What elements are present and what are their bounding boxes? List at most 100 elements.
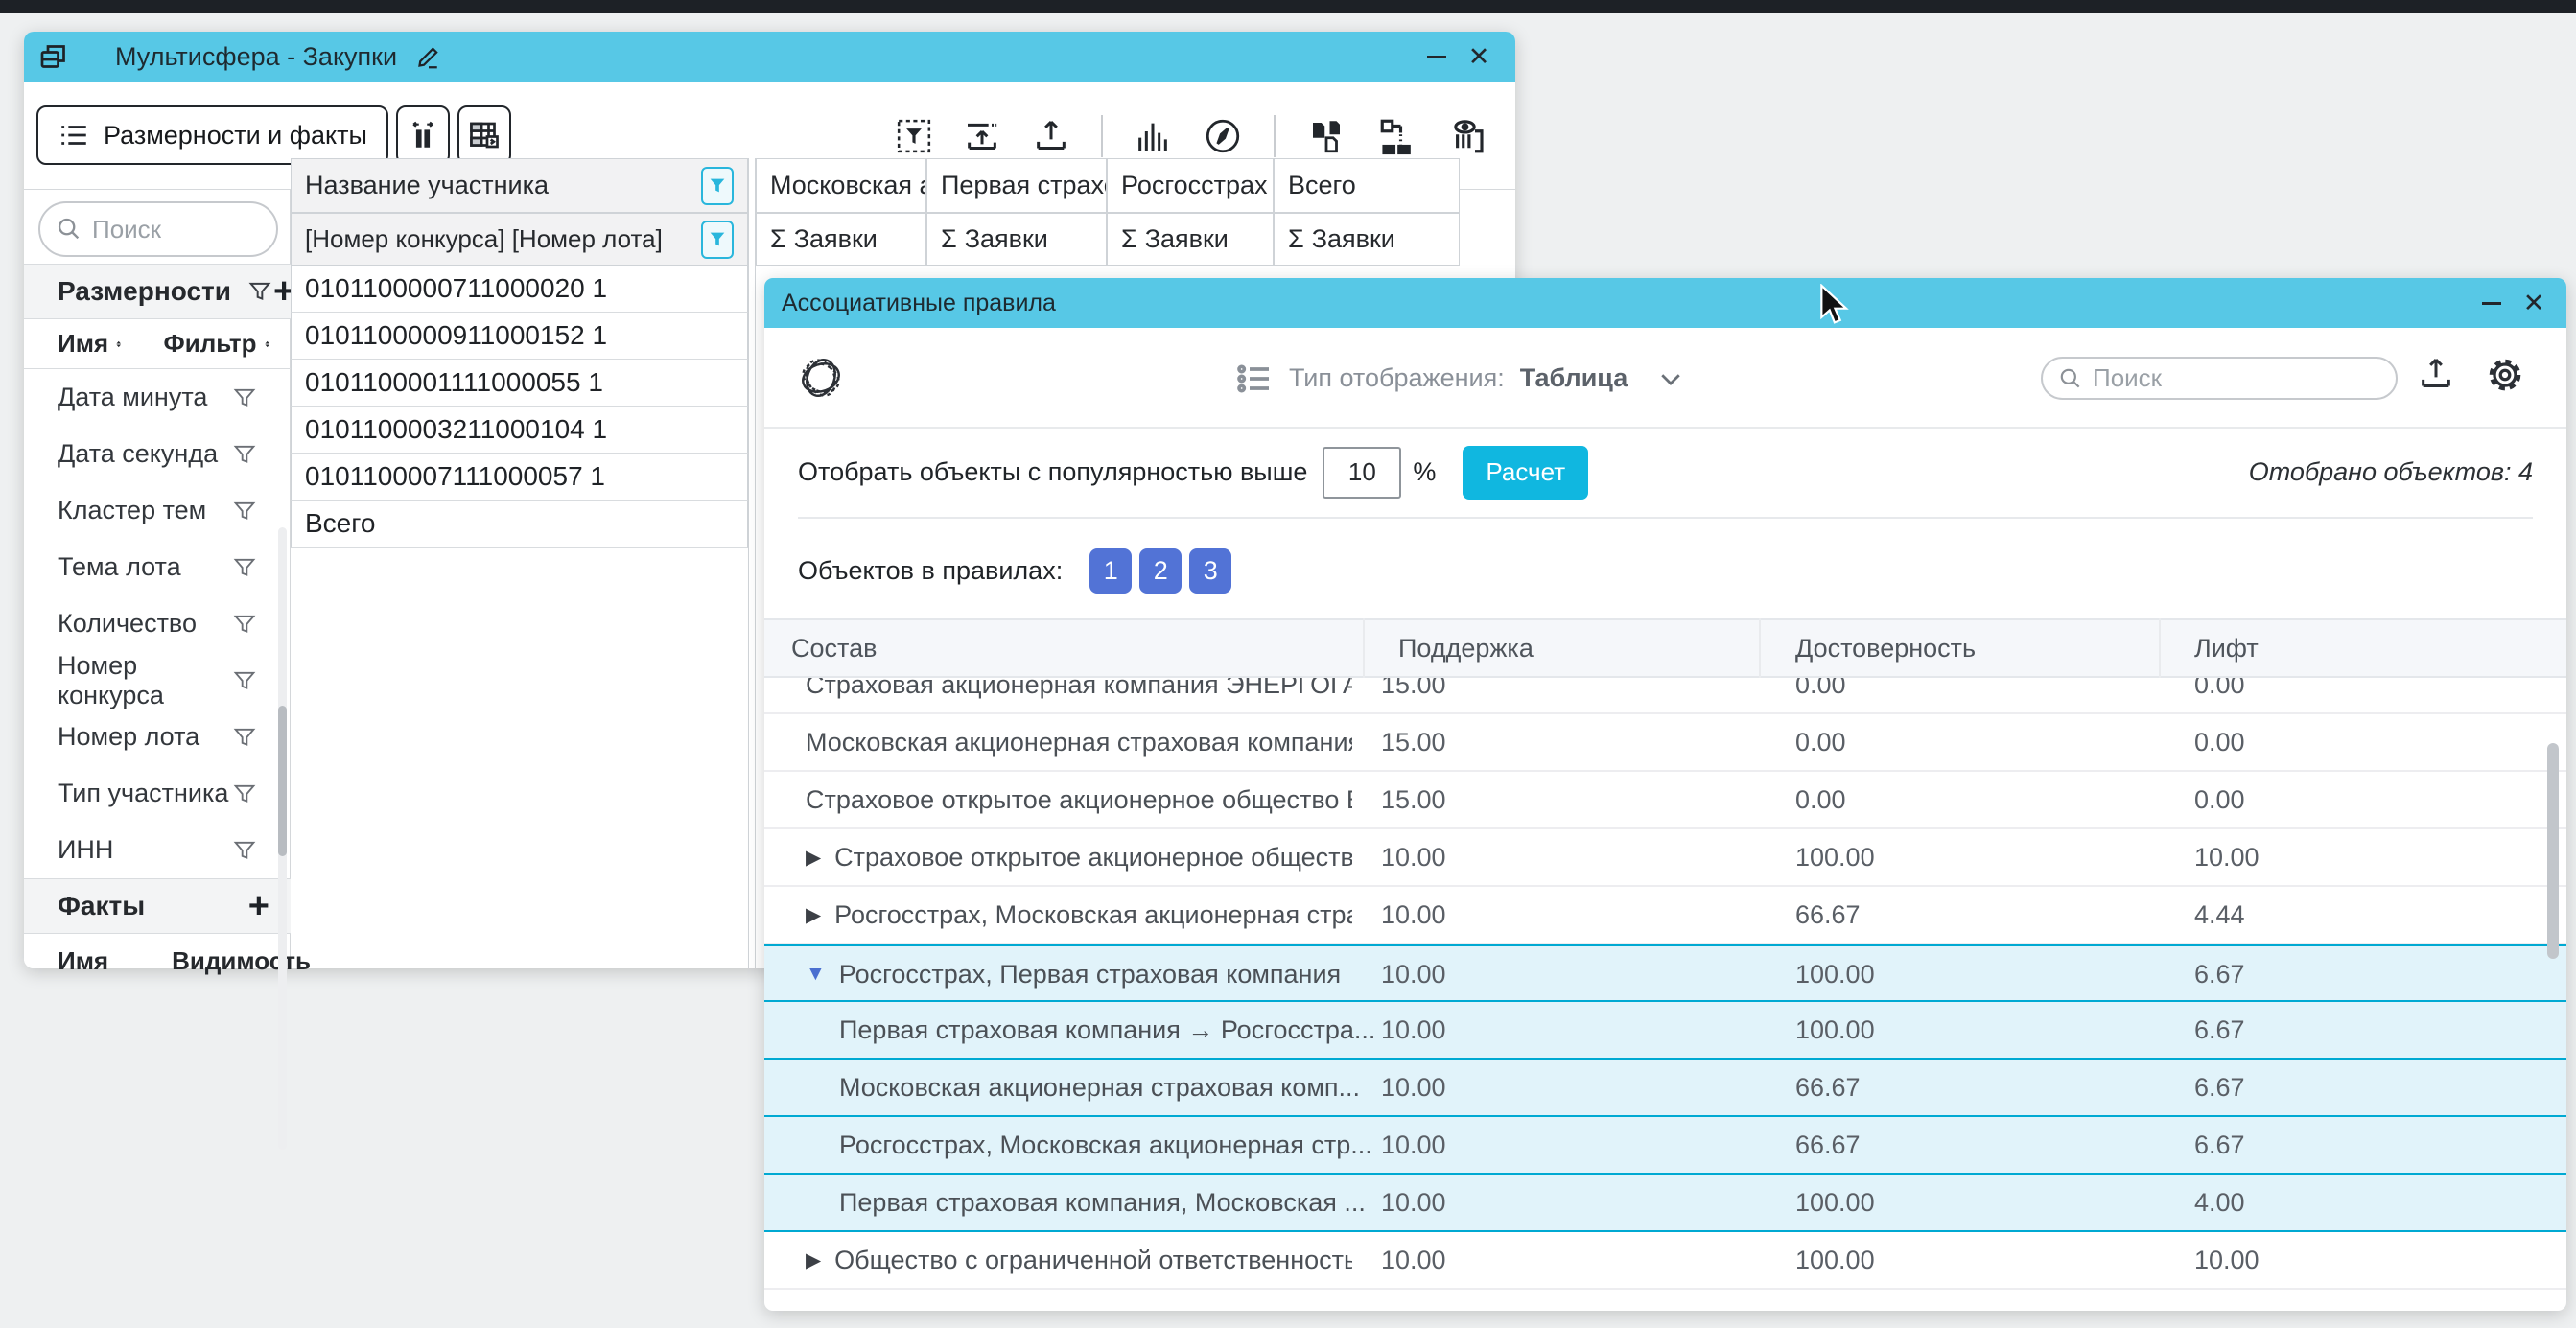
- rules-row[interactable]: Первая страховая компания → Росгосстра..…: [764, 1002, 2566, 1060]
- dialog-export-icon[interactable]: [2417, 353, 2455, 395]
- rules-row[interactable]: Страховая акционерная компания ЭНЕРГОГАР…: [764, 678, 2566, 714]
- col-header-lift[interactable]: Лифт: [2194, 620, 2259, 676]
- pivot-column-header[interactable]: Первая страхо: [926, 158, 1107, 213]
- pivot-row[interactable]: 0101100001111000055 1: [291, 360, 748, 407]
- table-layout-button[interactable]: [457, 105, 511, 165]
- triangle-collapsed-icon[interactable]: ▶: [806, 903, 821, 927]
- pivot-column-header[interactable]: Московская ак: [756, 158, 926, 213]
- filter-area-icon[interactable]: [896, 118, 932, 154]
- rule-size-chip[interactable]: 2: [1139, 548, 1182, 594]
- fit-columns-button[interactable]: [396, 105, 450, 165]
- main-close-button[interactable]: ✕: [1458, 37, 1500, 76]
- pivot-measure-header[interactable]: ΣЗаявки: [756, 213, 926, 266]
- col-header-sostav[interactable]: Состав: [791, 620, 877, 676]
- name-column-label[interactable]: Имя: [58, 329, 108, 359]
- rules-row[interactable]: ▶Росгосстрах, Московская акционерная стр…: [764, 887, 2566, 944]
- active-filter-icon[interactable]: [701, 167, 734, 205]
- pivot-vertical-scrollbar[interactable]: [748, 158, 756, 968]
- sidebar-search-input[interactable]: Поиск: [38, 201, 278, 257]
- dialog-search-input[interactable]: Поиск: [2041, 357, 2398, 400]
- triangle-collapsed-icon[interactable]: ▶: [806, 1248, 821, 1272]
- rules-row[interactable]: Росгосстрах, Московская акционерная стр.…: [764, 1117, 2566, 1175]
- rules-row[interactable]: Московская акционерная страховая компани…: [764, 714, 2566, 772]
- sidebar-item-dimension[interactable]: Кластер тем: [24, 482, 279, 539]
- dimension-filter-icon[interactable]: [231, 384, 258, 411]
- dimension-filter-icon[interactable]: [231, 441, 258, 468]
- rule-size-chip[interactable]: 3: [1189, 548, 1231, 594]
- sidebar-item-dimension[interactable]: Дата секунда: [24, 426, 279, 482]
- col-header-dostovernost[interactable]: Достоверность: [1795, 620, 1976, 676]
- sidebar-scrollbar[interactable]: [278, 527, 287, 1150]
- dimension-filter-icon[interactable]: [231, 498, 258, 524]
- hide-columns-eye-icon[interactable]: [1448, 116, 1488, 156]
- sidebar-scrollbar-thumb[interactable]: [278, 706, 287, 856]
- rule-size-chip[interactable]: 1: [1089, 548, 1132, 594]
- rules-row[interactable]: Страховое открытое акционерное общество …: [764, 772, 2566, 829]
- filter-column-label[interactable]: Фильтр: [164, 329, 257, 359]
- load-view-icon[interactable]: [963, 117, 1001, 155]
- sidebar-item-dimension[interactable]: Номер конкурса: [24, 652, 279, 709]
- pivot-row[interactable]: 0101100007111000057 1: [291, 454, 748, 501]
- association-rules-dialog: Ассоциативные правила ✕ Тип отображения:…: [764, 278, 2566, 1311]
- dialog-scrollbar-thumb[interactable]: [2547, 743, 2559, 959]
- dialog-toolbar: Тип отображения: Таблица Поиск: [764, 328, 2566, 429]
- rule-value: 100.00: [1795, 1002, 1875, 1058]
- dialog-titlebar[interactable]: Ассоциативные правила ✕: [764, 278, 2566, 328]
- triangle-collapsed-icon[interactable]: ▶: [806, 846, 821, 870]
- main-minimize-button[interactable]: [1416, 37, 1458, 76]
- pivot-measure-header[interactable]: ΣЗаявки: [1107, 213, 1274, 266]
- chevron-down-icon: [1656, 364, 1685, 393]
- add-fact-button[interactable]: +: [248, 888, 269, 924]
- dialog-settings-gear-icon[interactable]: [2484, 353, 2526, 397]
- popularity-input[interactable]: 10: [1323, 447, 1401, 499]
- col-header-podderzhka[interactable]: Поддержка: [1398, 620, 1534, 676]
- sidebar-item-dimension[interactable]: ИНН: [24, 822, 279, 878]
- pivot-measure-header[interactable]: ΣЗаявки: [1274, 213, 1460, 266]
- compass-icon[interactable]: [1203, 116, 1243, 156]
- dimension-filter-icon[interactable]: [231, 837, 258, 864]
- export-icon[interactable]: [1032, 117, 1070, 155]
- rules-row[interactable]: Московская акционерная страховая комп...…: [764, 1060, 2566, 1117]
- main-titlebar[interactable]: Мультисфера - Закупки ✕: [24, 32, 1515, 82]
- rules-row[interactable]: ▶Общество с ограниченной ответственность…: [764, 1232, 2566, 1290]
- pivot-column-header[interactable]: Росгосстрах: [1107, 158, 1274, 213]
- rule-composition: Первая страховая компания, Московская ..…: [839, 1175, 1386, 1230]
- calculate-button[interactable]: Расчет: [1463, 446, 1588, 500]
- dimension-filter-icon[interactable]: [231, 724, 258, 751]
- dimension-filter-icon[interactable]: [231, 554, 258, 581]
- sort-icon[interactable]: [116, 332, 121, 357]
- hierarchy-icon[interactable]: [1377, 116, 1417, 156]
- pivot-row[interactable]: Всего: [291, 501, 748, 548]
- chart-icon[interactable]: [1134, 117, 1172, 155]
- rename-pencil-icon[interactable]: [414, 42, 443, 71]
- display-type-selector[interactable]: Тип отображения: Таблица: [1235, 328, 1685, 429]
- sidebar-item-dimension[interactable]: Дата минута: [24, 369, 279, 426]
- dimensions-facts-button[interactable]: Размерности и факты: [36, 105, 388, 165]
- sidebar-item-dimension[interactable]: Количество: [24, 595, 279, 652]
- active-filter-icon[interactable]: [701, 221, 734, 259]
- rules-row-clipped[interactable]: Страховая акционерная компания ЭНЕРГОГАР…: [764, 678, 2566, 714]
- dialog-minimize-button[interactable]: [2471, 284, 2513, 322]
- pivot-row[interactable]: 0101100000711000020 1: [291, 266, 748, 313]
- dialog-close-button[interactable]: ✕: [2513, 284, 2555, 322]
- dimension-filter-icon[interactable]: [231, 780, 258, 807]
- pivot-column-header[interactable]: Всего: [1274, 158, 1460, 213]
- popularity-label: Отобрать объекты с популярностью выше: [798, 457, 1307, 487]
- dimension-filter-icon[interactable]: [231, 667, 258, 694]
- copy-pages-icon[interactable]: [1306, 116, 1347, 156]
- rules-row[interactable]: Первая страховая компания, Московская ..…: [764, 1175, 2566, 1232]
- pivot-row[interactable]: 0101100000911000152 1: [291, 313, 748, 360]
- triangle-expanded-icon[interactable]: ▼: [806, 963, 826, 986]
- rules-row[interactable]: ▼Росгосстрах, Первая страховая компания …: [764, 944, 2566, 1002]
- sort-icon[interactable]: [265, 332, 269, 357]
- pivot-measure-header[interactable]: ΣЗаявки: [926, 213, 1107, 266]
- pivot-row-subheader[interactable]: [Номер конкурса] [Номер лота]: [291, 213, 748, 266]
- pivot-row[interactable]: 0101100003211000104 1: [291, 407, 748, 454]
- dimension-filter-icon[interactable]: [231, 611, 258, 638]
- pivot-row-header[interactable]: Название участника: [291, 158, 748, 213]
- sidebar-item-dimension[interactable]: Номер лота: [24, 709, 279, 765]
- sidebar-item-dimension[interactable]: Тип участника: [24, 765, 279, 822]
- rules-row[interactable]: ▶Страховое открытое акционерное общество…: [764, 829, 2566, 887]
- dimensions-filter-icon[interactable]: [246, 278, 273, 305]
- sidebar-item-dimension[interactable]: Тема лота: [24, 539, 279, 595]
